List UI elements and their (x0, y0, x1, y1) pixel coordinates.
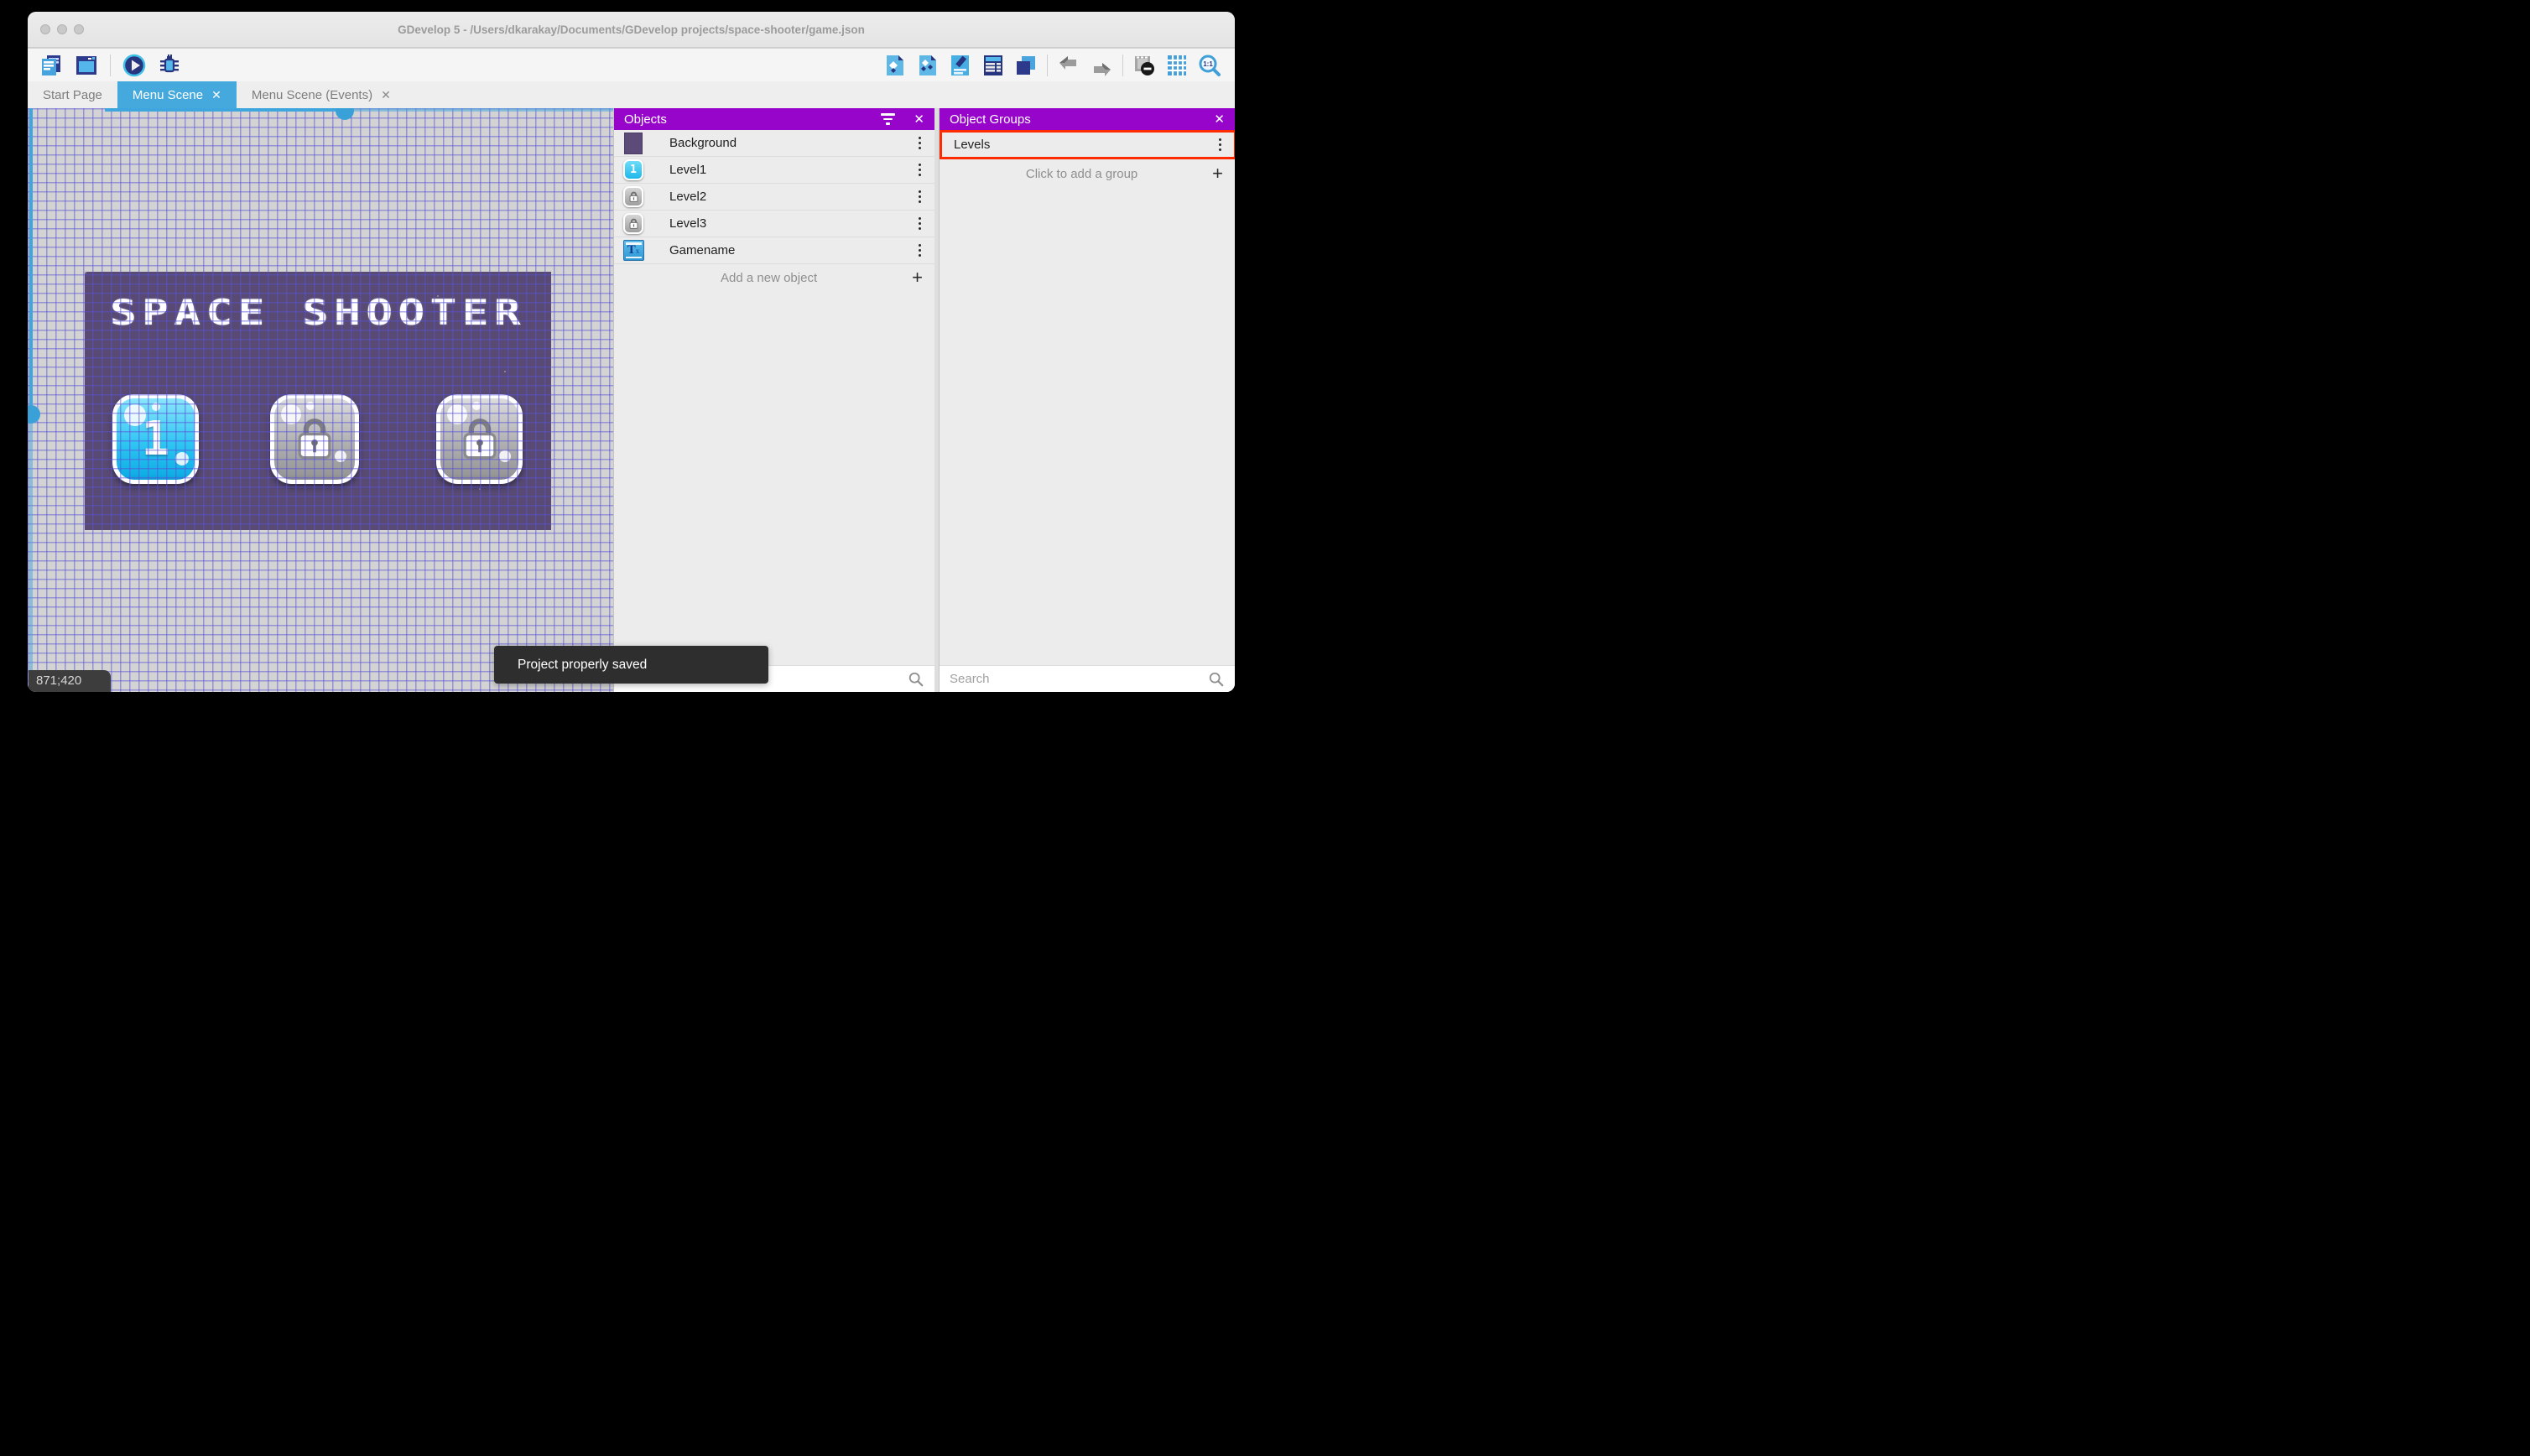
toast-message: Project properly saved (518, 657, 648, 672)
play-icon[interactable] (122, 54, 146, 77)
background-thumbnail (622, 132, 644, 154)
zoom-one-to-one-icon[interactable]: 1:1 (1198, 54, 1221, 77)
toolbar-separator (1047, 54, 1048, 76)
gloss-bubble (306, 402, 315, 410)
gloss-bubble (175, 452, 189, 465)
selection-top-edge (105, 108, 348, 112)
groups-search-input[interactable] (950, 672, 1208, 686)
locked-thumbnail (622, 213, 644, 235)
group-menu-icon[interactable] (1217, 137, 1223, 153)
toolbar-separator (1122, 54, 1123, 76)
preview-window-icon[interactable] (75, 54, 98, 77)
save-toast: Project properly saved (494, 646, 768, 684)
instances-list-icon[interactable] (981, 54, 1005, 77)
svg-text:1:1: 1:1 (1203, 60, 1213, 68)
groups-panel-title: Object Groups (950, 112, 1031, 127)
objects-panel: Objects ✕ Background 1 Level1 Level2 Lev… (613, 108, 934, 692)
grid-icon[interactable] (1165, 54, 1189, 77)
lock-icon (463, 418, 496, 459)
object-row-gamename[interactable]: Tx Gamename (614, 237, 934, 264)
search-icon (1209, 672, 1224, 686)
star-sparkles (85, 272, 86, 273)
close-tab-icon[interactable]: ✕ (211, 88, 221, 102)
objects-editor-icon[interactable] (883, 54, 907, 77)
debug-icon[interactable] (158, 54, 181, 77)
gloss-bubble (447, 404, 467, 424)
object-menu-icon[interactable] (917, 189, 923, 205)
groups-panel-header: Object Groups ✕ (940, 108, 1235, 130)
plus-icon: + (912, 267, 923, 288)
object-row-background[interactable]: Background (614, 130, 934, 157)
gloss-bubble (335, 450, 346, 462)
lock-icon (298, 418, 331, 459)
layers-icon[interactable] (1014, 54, 1038, 77)
level3-button-instance[interactable] (436, 394, 523, 484)
selection-left-edge-faded (29, 413, 33, 692)
gdevelop-window: GDevelop 5 - /Users/dkarakay/Documents/G… (28, 12, 1235, 692)
project-manager-icon[interactable] (39, 54, 63, 77)
add-object-button[interactable]: Add a new object + (614, 264, 934, 291)
window-title: GDevelop 5 - /Users/dkarakay/Documents/G… (398, 23, 865, 36)
gloss-bubble (152, 403, 160, 411)
add-group-button[interactable]: Click to add a group + (940, 159, 1235, 188)
main-toolbar: 1:1 (28, 49, 1235, 81)
scene-title-text: SPACE SHOOTER (109, 292, 527, 333)
toolbar-separator (110, 54, 111, 76)
gloss-bubble (281, 404, 301, 424)
object-menu-icon[interactable] (917, 242, 923, 258)
selection-left-edge (29, 108, 33, 413)
lock-icon (629, 191, 638, 202)
cursor-coordinates-badge: 871;420 (29, 670, 111, 692)
object-row-level2[interactable]: Level2 (614, 184, 934, 211)
gloss-bubble (499, 450, 511, 462)
redo-icon[interactable] (1090, 54, 1113, 77)
close-panel-icon[interactable]: ✕ (1214, 112, 1225, 127)
object-menu-icon[interactable] (917, 216, 923, 231)
level2-button-instance[interactable] (270, 394, 359, 484)
close-panel-icon[interactable]: ✕ (914, 112, 924, 127)
plus-icon: + (1212, 163, 1223, 184)
search-icon (908, 672, 924, 686)
object-row-level3[interactable]: Level3 (614, 211, 934, 237)
groups-search-bar (940, 665, 1235, 692)
selection-top-edge-faded (348, 108, 613, 112)
lock-icon (629, 218, 638, 229)
undo-icon[interactable] (1057, 54, 1080, 77)
tab-menu-scene[interactable]: Menu Scene ✕ (117, 81, 237, 108)
object-row-level1[interactable]: 1 Level1 (614, 157, 934, 184)
render-options-icon[interactable] (1132, 54, 1156, 77)
gloss-bubble (124, 404, 146, 426)
scene-canvas[interactable]: SPACE SHOOTER 1 871;420 (28, 108, 613, 692)
locked-thumbnail (622, 186, 644, 208)
object-groups-editor-icon[interactable] (916, 54, 940, 77)
object-menu-icon[interactable] (917, 162, 923, 178)
selection-rotate-handle[interactable] (336, 108, 354, 120)
level1-thumbnail: 1 (622, 159, 644, 181)
tab-menu-scene-events[interactable]: Menu Scene (Events) ✕ (237, 81, 406, 108)
objects-panel-header: Objects ✕ (614, 108, 934, 130)
properties-icon[interactable] (949, 54, 972, 77)
tab-start-page[interactable]: Start Page (28, 81, 117, 108)
object-groups-panel: Object Groups ✕ Levels Click to add a gr… (939, 108, 1235, 692)
objects-panel-title: Objects (624, 112, 667, 127)
group-row-levels[interactable]: Levels (940, 130, 1235, 159)
object-menu-icon[interactable] (917, 135, 923, 151)
level1-button-instance[interactable]: 1 (112, 394, 199, 484)
text-object-thumbnail: Tx (622, 240, 644, 262)
filter-icon[interactable] (881, 113, 896, 125)
editor-tabs: Start Page Menu Scene ✕ Menu Scene (Even… (28, 81, 1235, 108)
gloss-bubble (472, 402, 481, 410)
selection-resize-handle[interactable] (28, 405, 40, 424)
close-tab-icon[interactable]: ✕ (381, 88, 391, 102)
title-bar: GDevelop 5 - /Users/dkarakay/Documents/G… (28, 12, 1235, 48)
main-content: SPACE SHOOTER 1 871;420 Objects ✕ Backgr… (28, 108, 1235, 692)
